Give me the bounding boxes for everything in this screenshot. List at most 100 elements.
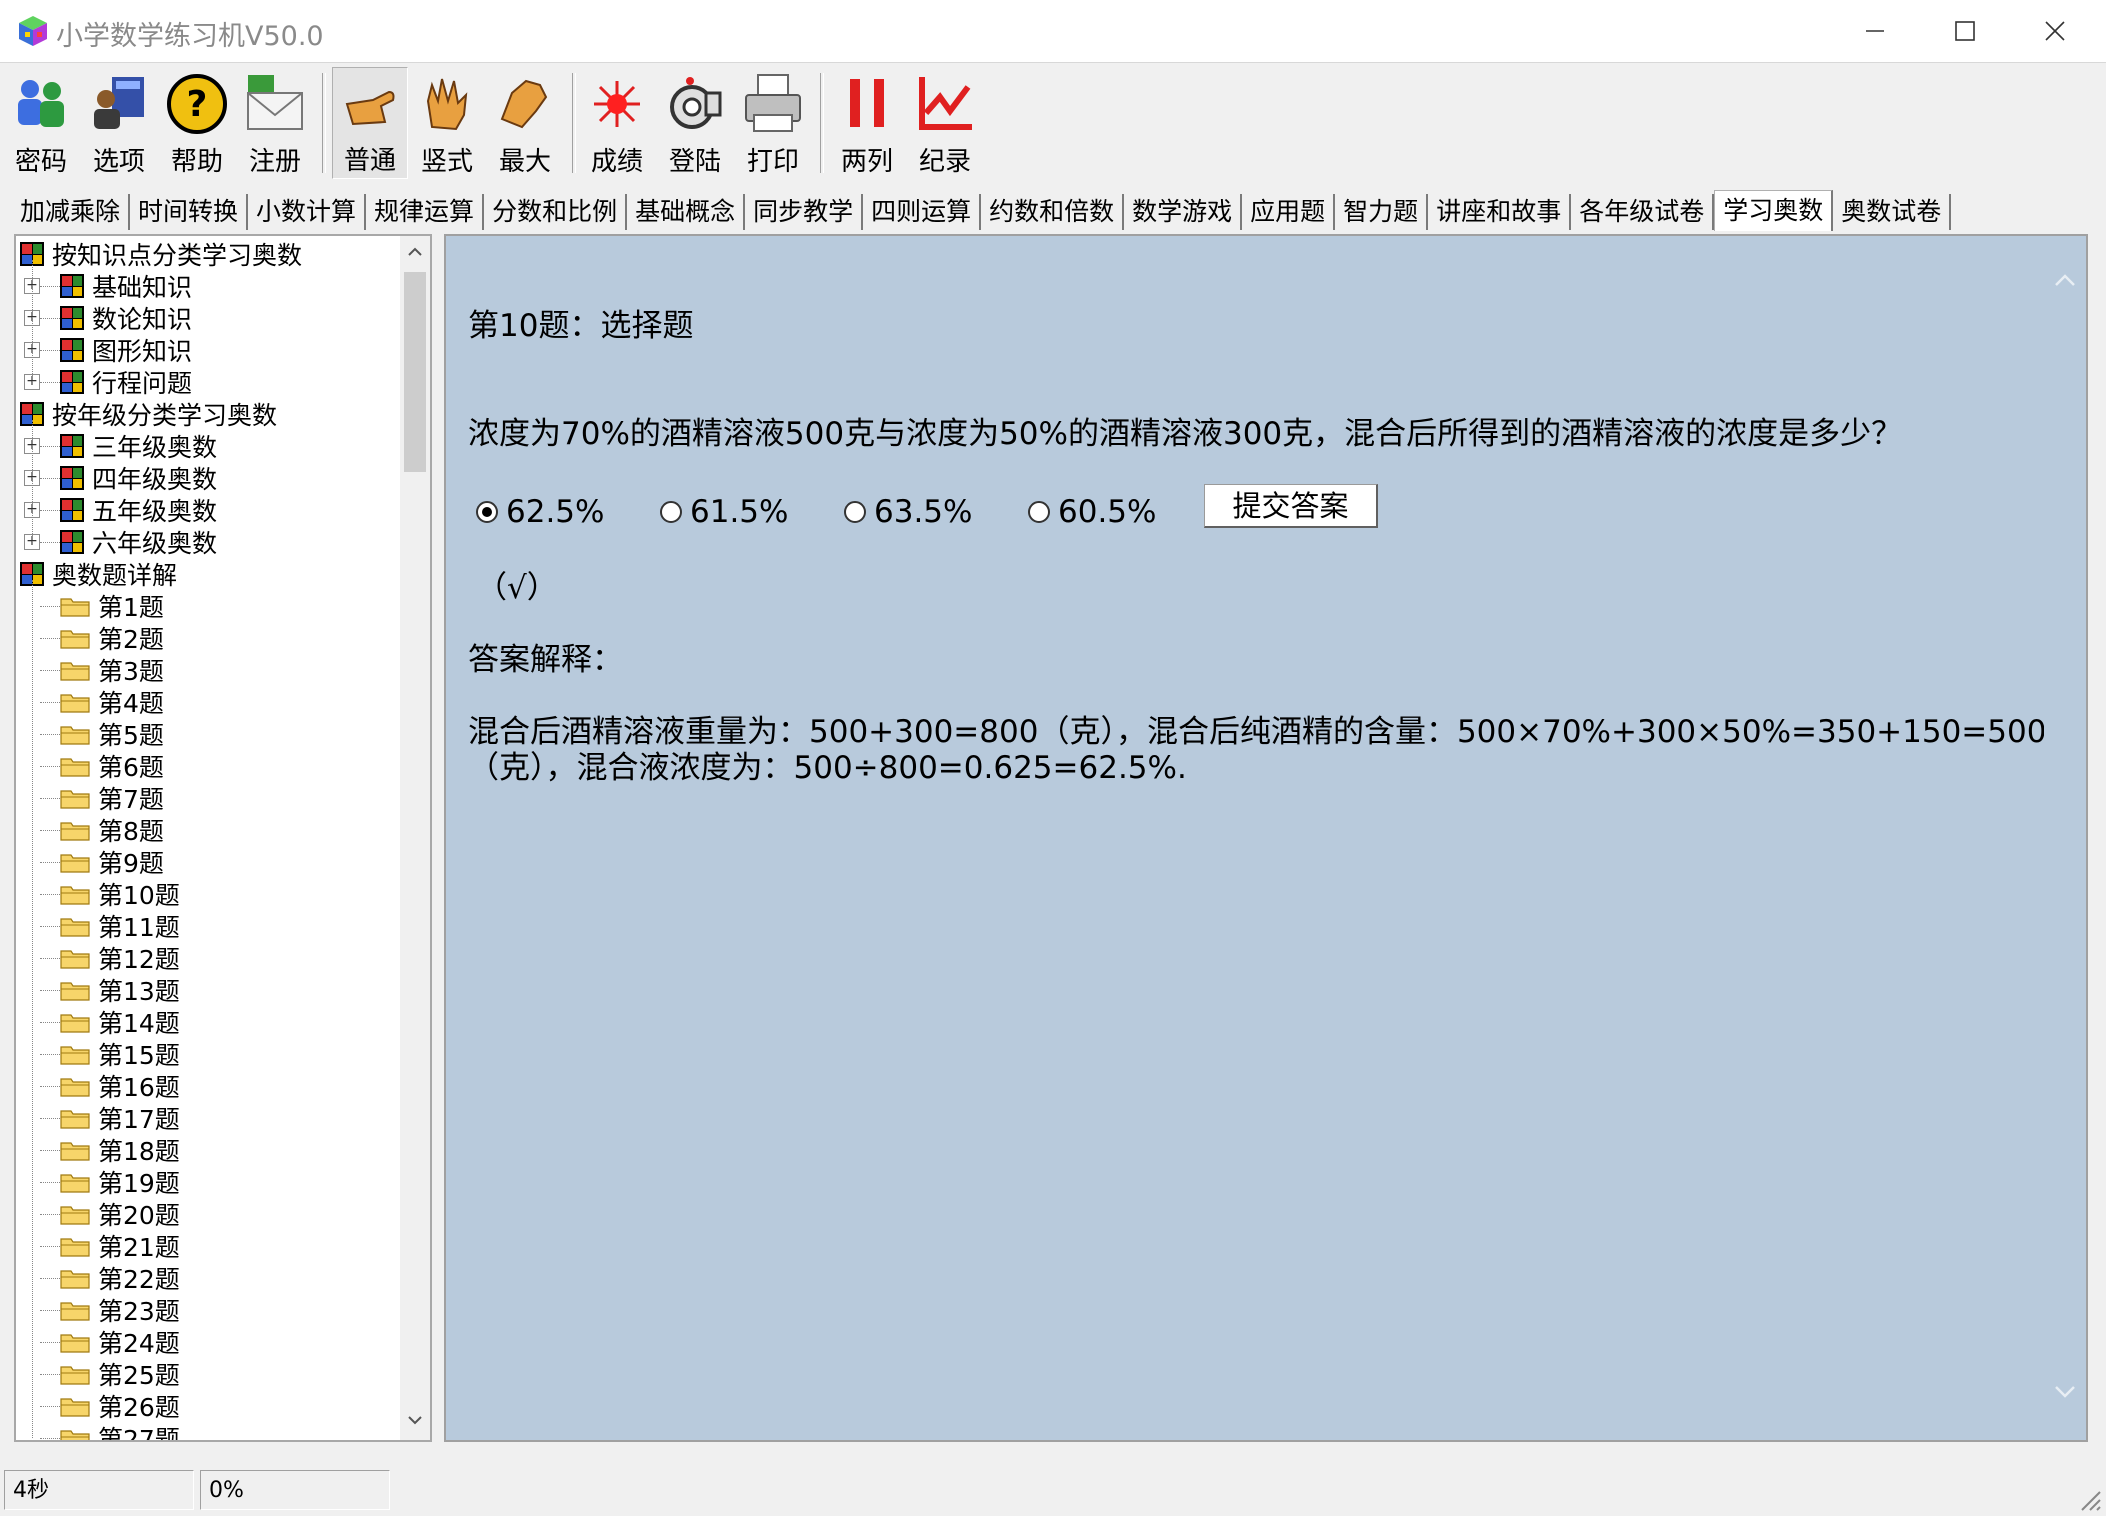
radio-button[interactable] [844,501,866,523]
tree-item-category[interactable]: 基础知识 [60,270,192,302]
tree-item-problem[interactable]: 第16题 [60,1070,180,1102]
tab-8[interactable]: 四则运算 [863,194,982,230]
scroll-up-icon[interactable] [407,244,423,260]
tree-item-problem[interactable]: 第15题 [60,1038,180,1070]
resize-grip-icon[interactable] [2076,1486,2102,1512]
tree-item-category[interactable]: 行程问题 [60,366,192,398]
tree-line [40,1246,60,1247]
option-a[interactable]: 62.5% [476,494,604,530]
scroll-down-icon[interactable] [407,1412,423,1428]
scroll-up-icon[interactable] [2054,270,2076,292]
tree-item-problem[interactable]: 第25题 [60,1358,180,1390]
option-b[interactable]: 61.5% [660,494,788,530]
tab-9[interactable]: 约数和倍数 [981,194,1125,230]
tree-group-3[interactable]: 奥数题详解 [20,558,177,590]
tab-7[interactable]: 同步教学 [745,194,864,230]
toolbar-label: 登陆 [668,147,721,177]
tree-item-category[interactable]: 三年级奥数 [60,430,217,462]
option-d[interactable]: 60.5% [1028,494,1156,530]
tree-item-problem[interactable]: 第4题 [60,686,164,718]
tree-item-problem[interactable]: 第14题 [60,1006,180,1038]
tree-item-problem[interactable]: 第19题 [60,1166,180,1198]
tab-1[interactable]: 加减乘除 [12,194,131,230]
toolbar-print-button[interactable]: 打印 [736,69,810,177]
tree-item-problem[interactable]: 第26题 [60,1390,180,1422]
tree-item-problem[interactable]: 第21题 [60,1230,180,1262]
content-scrollbar[interactable] [2044,236,2086,1440]
tree-item-problem[interactable]: 第11题 [60,910,180,942]
tree-item-problem[interactable]: 第10题 [60,878,180,910]
tree-item-label: 图形知识 [92,337,193,366]
toolbar-records-button[interactable]: 纪录 [908,69,982,177]
tree-item-label: 第24题 [98,1329,180,1358]
tree-item-category[interactable]: 六年级奥数 [60,526,217,558]
tree-item-category[interactable]: 数论知识 [60,302,192,334]
tree-item-label: 第22题 [98,1265,180,1294]
option-label: 61.5% [690,494,789,530]
tab-16[interactable]: 奥数试卷 [1833,194,1952,230]
tree-item-problem[interactable]: 第7题 [60,782,164,814]
hand-point-icon [345,90,395,126]
tab-10[interactable]: 数学游戏 [1124,194,1243,230]
tree-item-problem[interactable]: 第22题 [60,1262,180,1294]
toolbar-separator [820,73,824,173]
radio-button[interactable] [660,501,682,523]
tab-2[interactable]: 时间转换 [130,194,249,230]
radio-button[interactable] [476,501,498,523]
tree-group-2[interactable]: 按年级分类学习奥数 [20,398,277,430]
tree-group-1[interactable]: 按知识点分类学习奥数 [20,238,302,270]
tree-line [40,286,60,287]
tab-12[interactable]: 智力题 [1335,194,1429,230]
tree-item-problem[interactable]: 第12题 [60,942,180,974]
tab-6[interactable]: 基础概念 [627,194,746,230]
printer-icon [745,74,801,132]
maximize-button[interactable] [1920,0,2010,62]
toolbar-max-button[interactable]: 最大 [488,69,562,177]
toolbar-password-button[interactable]: 密码 [4,69,78,177]
submit-answer-button[interactable]: 提交答案 [1204,484,1378,528]
tree-item-problem[interactable]: 第23题 [60,1294,180,1326]
tree-item-problem[interactable]: 第2题 [60,622,164,654]
close-button[interactable] [2010,0,2100,62]
tab-3[interactable]: 小数计算 [248,194,367,230]
tree-item-label: 第16题 [98,1073,180,1102]
tree-item-problem[interactable]: 第17题 [60,1102,180,1134]
folder-icon [60,1238,90,1257]
tree-item-problem[interactable]: 第3题 [60,654,164,686]
tree-scrollbar[interactable] [400,236,430,1440]
tab-15[interactable]: 学习奥数 [1714,190,1834,231]
tree-item-problem[interactable]: 第5题 [60,718,164,750]
tab-4[interactable]: 规律运算 [366,194,485,230]
tree-item-problem[interactable]: 第18题 [60,1134,180,1166]
tab-11[interactable]: 应用题 [1242,194,1336,230]
tree-item-problem[interactable]: 第27题 [60,1422,180,1440]
tree-item-problem[interactable]: 第6题 [60,750,164,782]
tab-13[interactable]: 讲座和故事 [1428,194,1572,230]
tab-14[interactable]: 各年级试卷 [1571,194,1715,230]
toolbar-normal-button[interactable]: 普通 [332,67,408,179]
tree-item-category[interactable]: 图形知识 [60,334,192,366]
scroll-down-icon[interactable] [2054,1380,2076,1402]
minimize-button[interactable] [1830,0,1920,62]
help-icon: ? [167,74,227,134]
toolbar-scores-button[interactable]: 成绩 [580,69,654,177]
toolbar-help-button[interactable]: ? 帮助 [160,69,234,177]
tab-5[interactable]: 分数和比例 [484,194,628,230]
topic-tree: 按知识点分类学习奥数 + 基础知识 + 数论知识 + 图形知识 + 行程问题 按年级分类学习奥数 +… [14,234,432,1442]
tree-item-problem[interactable]: 第13题 [60,974,180,1006]
option-c[interactable]: 63.5% [844,494,972,530]
radio-button[interactable] [1028,501,1050,523]
toolbar-two-columns-button[interactable]: 两列 [830,69,904,177]
tree-item-category[interactable]: 四年级奥数 [60,462,217,494]
toolbar-vertical-button[interactable]: 竖式 [410,69,484,177]
toolbar-options-button[interactable]: 选项 [82,69,156,177]
tree-item-problem[interactable]: 第20题 [60,1198,180,1230]
tree-item-problem[interactable]: 第24题 [60,1326,180,1358]
tree-item-problem[interactable]: 第9题 [60,846,164,878]
tree-item-problem[interactable]: 第8题 [60,814,164,846]
tree-item-problem[interactable]: 第1题 [60,590,164,622]
toolbar-login-button[interactable]: 登陆 [658,69,732,177]
toolbar-register-button[interactable]: 注册 [238,69,312,177]
tree-item-category[interactable]: 五年级奥数 [60,494,217,526]
scroll-thumb[interactable] [404,272,426,472]
